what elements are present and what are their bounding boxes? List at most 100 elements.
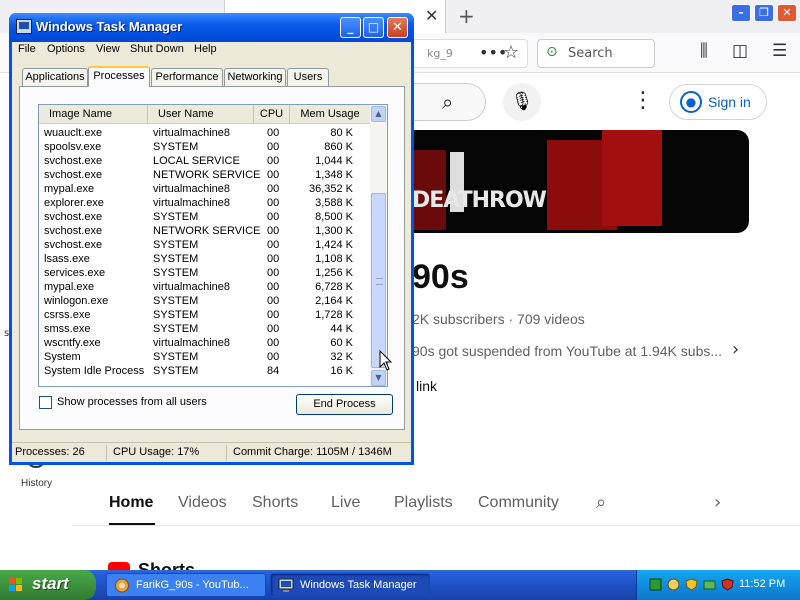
tab-performance[interactable]: Performance (151, 68, 223, 86)
menu-hamburger-icon[interactable]: ☰ (772, 41, 787, 61)
menu-help[interactable]: Help (194, 43, 217, 55)
table-row[interactable]: svchost.exe SYSTEM 00 1,424 K (39, 238, 371, 252)
close-button[interactable]: ✕ (387, 17, 408, 38)
tab-playlists[interactable]: Playlists (394, 494, 453, 512)
table-row[interactable]: spoolsv.exe SYSTEM 00 860 K (39, 140, 371, 154)
yt-search-button[interactable]: ⌕ (412, 83, 486, 121)
more-options-icon[interactable]: ⋮ (632, 88, 654, 113)
table-row[interactable]: smss.exe SYSTEM 00 44 K (39, 322, 371, 336)
table-row[interactable]: System SYSTEM 00 32 K (39, 350, 371, 364)
scroll-up-button[interactable]: ▲ (371, 106, 386, 122)
security-shield-icon[interactable] (685, 578, 698, 591)
table-row[interactable]: mypal.exe virtualmachine8 00 6,728 K (39, 280, 371, 294)
security-alert-icon[interactable] (721, 578, 734, 591)
column-user-name[interactable]: User Name (148, 105, 254, 124)
tab-users[interactable]: Users (287, 68, 329, 86)
address-bar[interactable]: kg_9 ••• ☆ (412, 39, 528, 68)
sign-in-button[interactable]: ● Sign in (669, 84, 767, 120)
tab-shorts[interactable]: Shorts (252, 494, 298, 512)
process-mem-usage: 1,348 K (315, 169, 353, 181)
sign-in-label: Sign in (708, 94, 751, 110)
browser-close-button[interactable]: ✕ (777, 4, 797, 22)
table-row[interactable]: svchost.exe NETWORK SERVICE 00 1,348 K (39, 168, 371, 182)
end-process-button[interactable]: End Process (296, 394, 393, 415)
menu-options[interactable]: Options (47, 43, 85, 55)
table-row[interactable]: System Idle Process SYSTEM 84 16 K (39, 364, 371, 378)
taskbar-item-label: FarikG_90s - YouTub... (136, 579, 249, 591)
menu-shut-down[interactable]: Shut Down (130, 43, 184, 55)
tab-applications[interactable]: Applications (22, 68, 88, 86)
task-manager-app-icon (278, 578, 294, 592)
process-cpu: 00 (267, 127, 280, 139)
menu-file[interactable]: File (18, 43, 36, 55)
table-row[interactable]: mypal.exe virtualmachine8 00 36,352 K (39, 182, 371, 196)
table-row[interactable]: services.exe SYSTEM 00 1,256 K (39, 266, 371, 280)
tab-processes[interactable]: Processes (88, 66, 150, 87)
taskbar-item-task-manager[interactable]: Windows Task Manager (270, 573, 430, 597)
browser-minimize-button[interactable]: – (731, 4, 751, 22)
process-image-name: wuauclt.exe (44, 127, 103, 139)
show-all-processes-label[interactable]: Show processes from all users (57, 396, 207, 408)
process-image-name: svchost.exe (44, 155, 103, 167)
table-row[interactable]: svchost.exe SYSTEM 00 8,500 K (39, 210, 371, 224)
process-mem-usage: 1,044 K (315, 155, 353, 167)
channel-link[interactable]: link (416, 378, 437, 394)
library-icon[interactable]: ⫼ (700, 41, 708, 61)
task-manager-window[interactable]: Windows Task Manager _ □ ✕ File Options … (9, 13, 414, 465)
tab-networking[interactable]: Networking (224, 68, 286, 86)
process-image-name: System (44, 351, 81, 363)
tray-app-icon[interactable] (667, 578, 680, 591)
bookmark-star-icon[interactable]: ☆ (503, 42, 519, 63)
start-button[interactable]: start (0, 570, 96, 600)
table-row[interactable]: csrss.exe SYSTEM 00 1,728 K (39, 308, 371, 322)
chevron-right-icon[interactable]: › (732, 339, 739, 360)
tab-videos[interactable]: Videos (178, 494, 227, 512)
channel-description[interactable]: 90s got suspended from YouTube at 1.94K … (412, 343, 722, 359)
process-image-name: smss.exe (44, 323, 91, 335)
process-list[interactable]: Image Name User Name CPU Mem Usage wuauc… (38, 104, 388, 387)
process-cpu: 00 (267, 281, 280, 293)
channel-search-icon[interactable]: ⌕ (596, 492, 606, 513)
table-row[interactable]: svchost.exe LOCAL SERVICE 00 1,044 K (39, 154, 371, 168)
tab-community[interactable]: Community (478, 494, 559, 512)
tab-live[interactable]: Live (331, 494, 360, 512)
channel-tabs: Home Videos Shorts Live Playlists Commun… (72, 480, 800, 526)
maximize-button[interactable]: □ (363, 17, 384, 38)
menu-view[interactable]: View (96, 43, 120, 55)
scroll-down-button[interactable]: ▼ (371, 370, 386, 386)
table-row[interactable]: winlogon.exe SYSTEM 00 2,164 K (39, 294, 371, 308)
taskbar-item-label: Windows Task Manager (300, 579, 417, 591)
sidebar-icon[interactable]: ◫ (732, 41, 748, 61)
process-cpu: 00 (267, 351, 280, 363)
new-tab-icon[interactable]: + (458, 4, 475, 28)
network-icon[interactable] (649, 578, 662, 591)
table-row[interactable]: svchost.exe NETWORK SERVICE 00 1,300 K (39, 224, 371, 238)
sidebar-item-history[interactable]: History (21, 478, 52, 489)
tab-home[interactable]: Home (109, 494, 153, 512)
browser-search-box[interactable]: ⊙ Search (537, 39, 655, 68)
close-tab-icon[interactable]: ✕ (425, 6, 438, 25)
taskbar-item-browser[interactable]: FarikG_90s - YouTub... (106, 573, 266, 597)
minimize-button[interactable]: _ (340, 17, 361, 38)
show-all-processes-checkbox[interactable] (39, 396, 52, 409)
table-row[interactable]: explorer.exe virtualmachine8 00 3,588 K (39, 196, 371, 210)
clock[interactable]: 11:52 PM (739, 578, 785, 590)
process-cpu: 00 (267, 211, 280, 223)
scrollbar-thumb[interactable] (371, 193, 386, 368)
column-image-name[interactable]: Image Name (39, 105, 148, 124)
task-manager-titlebar[interactable]: Windows Task Manager _ □ ✕ (9, 13, 414, 42)
table-row[interactable]: lsass.exe SYSTEM 00 1,108 K (39, 252, 371, 266)
process-image-name: winlogon.exe (44, 295, 109, 307)
microphone-icon[interactable]: 🎙 (503, 83, 541, 121)
column-mem-usage[interactable]: Mem Usage (290, 105, 371, 124)
browser-restore-button[interactable]: ❐ (754, 4, 774, 22)
process-mem-usage: 1,424 K (315, 239, 353, 251)
table-row[interactable]: wuauclt.exe virtualmachine8 00 80 K (39, 126, 371, 140)
vertical-scrollbar[interactable]: ▲ ▼ (370, 105, 387, 386)
column-cpu[interactable]: CPU (254, 105, 290, 124)
table-row[interactable]: wscntfy.exe virtualmachine8 00 60 K (39, 336, 371, 350)
tray-network-icon[interactable] (703, 578, 716, 591)
chevron-right-icon[interactable]: › (714, 492, 721, 513)
process-image-name: csrss.exe (44, 309, 91, 321)
window-title: Windows Task Manager (36, 19, 183, 34)
